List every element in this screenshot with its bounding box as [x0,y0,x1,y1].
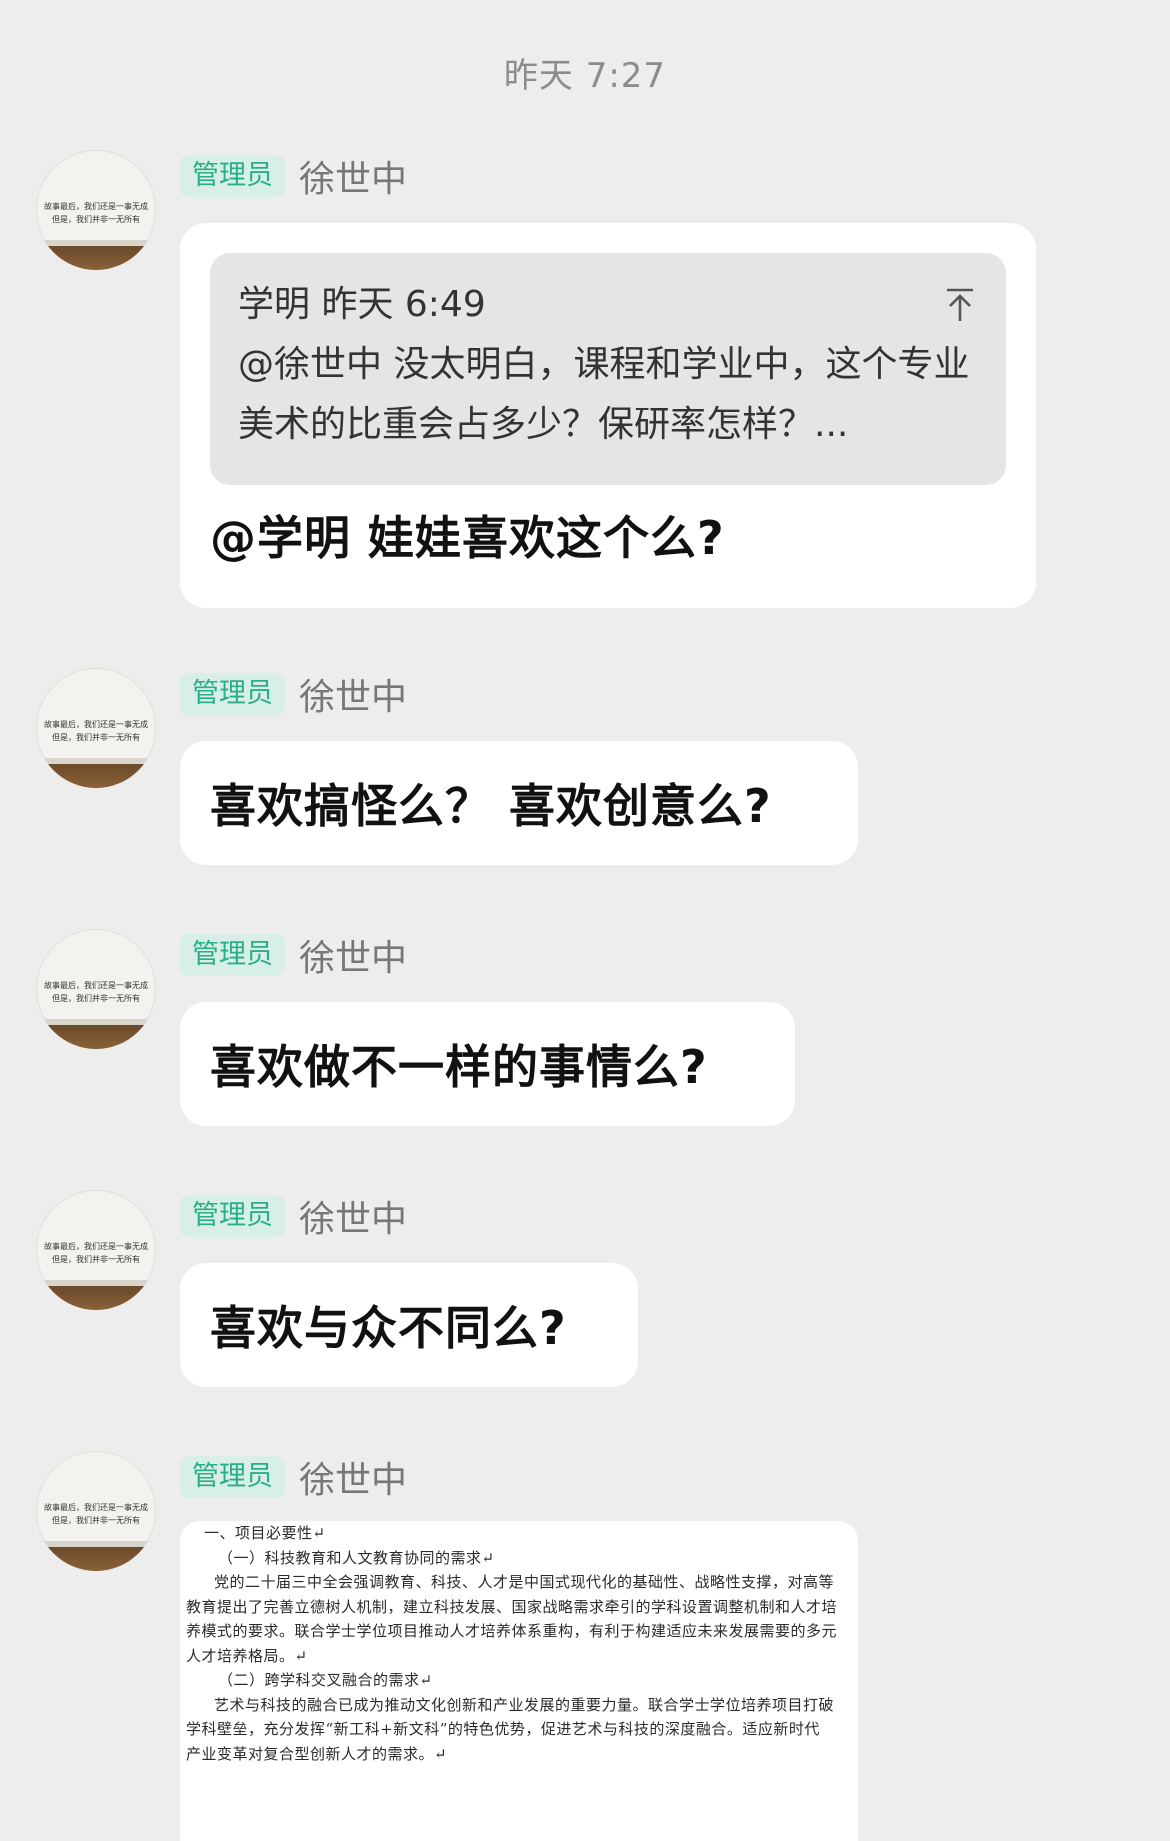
message-text: 喜欢搞怪么？ 喜欢创意么? [210,779,772,833]
message-bubble[interactable]: 喜欢搞怪么？ 喜欢创意么? [180,741,858,865]
document-line: 学科壁垒，充分发挥“新工科+新文科”的特色优势，促进艺术与科技的深度融合。适应新… [186,1720,820,1738]
admin-badge: 管理员 [180,673,285,715]
document-line: 教育提出了完善立德树人机制，建立科技发展、国家战略需求牵引的学科设置调整机制和人… [186,1597,838,1616]
avatar-text: 故事最后，我们还是一事无成 但是，我们并非一无所有 [44,202,148,224]
document-line: （二）跨学科交叉融合的需求↵ [218,1671,433,1689]
message-header: 管理员 徐世中 [180,154,407,200]
message-text: @学明 娃娃喜欢这个么? [210,511,725,565]
document-line: 一、项目必要性↵ [204,1524,326,1542]
avatar-text: 故事最后，我们还是一事无成 但是，我们并非一无所有 [44,1503,148,1525]
sender-name[interactable]: 徐世中 [299,1190,407,1242]
avatar[interactable]: 故事最后，我们还是一事无成 但是，我们并非一无所有 [36,929,156,1049]
document-line: 产业变革对复合型创新人才的需求。↵ [186,1744,448,1763]
message-text: 喜欢做不一样的事情么? [210,1040,708,1094]
quote-text: @徐世中 没太明白，课程和学业中，这个专业美术的比重会占多少？保研率怎样？... [238,344,970,445]
quoted-message[interactable]: 学明 昨天 6:49 @徐世中 没太明白，课程和学业中，这个专业美术的比重会占多… [210,253,1006,485]
sender-name[interactable]: 徐世中 [299,1451,407,1503]
message-header: 管理员 徐世中 [180,1194,407,1240]
document-line: 人才培养格局。↵ [186,1646,308,1665]
chat-timestamp: 昨天 7:27 [503,56,667,96]
message-bubble[interactable]: 学明 昨天 6:49 @徐世中 没太明白，课程和学业中，这个专业美术的比重会占多… [180,223,1036,608]
avatar[interactable]: 故事最后，我们还是一事无成 但是，我们并非一无所有 [36,668,156,788]
document-line: 艺术与科技的融合已成为推动文化创新和产业发展的重要力量。联合学士学位培养项目打破 [214,1695,835,1714]
message-text: 喜欢与众不同么? [210,1301,567,1355]
document-line: （一）科技教育和人文教育协同的需求↵ [218,1548,495,1567]
document-line: 养模式的要求。联合学士学位项目推动人才培养体系重构，有利于构建适应未来发展需要的… [186,1622,838,1640]
document-image[interactable]: 一、项目必要性↵ （一）科技教育和人文教育协同的需求↵ 党的二十届三中全会强调教… [180,1521,858,1841]
sender-name[interactable]: 徐世中 [299,150,407,202]
avatar-text: 故事最后，我们还是一事无成 但是，我们并非一无所有 [44,720,148,742]
sender-name[interactable]: 徐世中 [299,668,407,720]
admin-badge: 管理员 [180,934,285,976]
admin-badge: 管理员 [180,155,285,197]
avatar-text: 故事最后，我们还是一事无成 但是，我们并非一无所有 [44,1242,148,1264]
avatar[interactable]: 故事最后，我们还是一事无成 但是，我们并非一无所有 [36,150,156,270]
admin-badge: 管理员 [180,1456,285,1498]
quote-author-time: 学明 昨天 6:49 [238,284,486,325]
message-header: 管理员 徐世中 [180,1455,407,1501]
avatar-text: 故事最后，我们还是一事无成 但是，我们并非一无所有 [44,981,148,1003]
avatar[interactable]: 故事最后，我们还是一事无成 但是，我们并非一无所有 [36,1190,156,1310]
message-bubble[interactable]: 喜欢与众不同么? [180,1263,638,1387]
message-bubble[interactable]: 喜欢做不一样的事情么? [180,1002,795,1126]
message-header: 管理员 徐世中 [180,933,407,979]
message-header: 管理员 徐世中 [180,672,407,718]
document-line: 党的二十届三中全会强调教育、科技、人才是中国式现代化的基础性、战略性支撑，对高等 [214,1573,835,1591]
sender-name[interactable]: 徐世中 [299,929,407,981]
admin-badge: 管理员 [180,1195,285,1237]
avatar[interactable]: 故事最后，我们还是一事无成 但是，我们并非一无所有 [36,1451,156,1571]
jump-to-top-icon[interactable] [944,287,976,323]
